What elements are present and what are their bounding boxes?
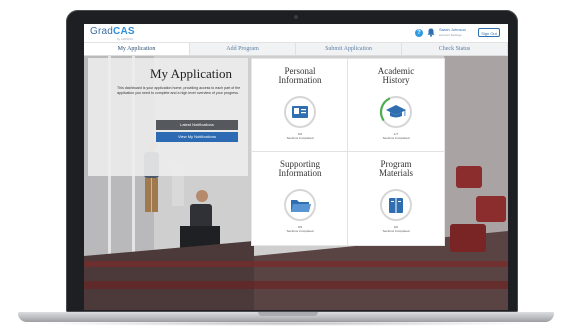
laptop-shadow [30,321,540,326]
status-label: Sections Completed [286,229,314,233]
card-title-line2: Information [278,168,322,178]
tab-submit-application[interactable]: Submit Application [296,43,402,55]
card-title-line2: Materials [379,168,413,178]
status-label: Sections Completed [382,229,410,233]
camera-dot [294,15,298,19]
status-label: Sections Completed [382,136,410,140]
bell-icon[interactable] [427,28,435,37]
card-title-line2: Information [278,75,322,85]
intro-description: This dashboard is your application home,… [117,86,241,95]
logo-suffix: CAS [113,26,135,37]
progress-ring [284,96,316,128]
personal-information-card[interactable]: Personal Information 0/4 Sections Comple… [252,59,348,152]
progress-ring [380,189,412,221]
progress-ring [379,96,412,128]
help-icon[interactable]: ? [415,29,423,37]
id-card-icon [292,106,308,118]
card-title: Personal Information [252,67,348,85]
academic-history-card[interactable]: Academic History 1/7 Sections Completed [348,59,444,152]
logo-prefix: Grad [90,26,114,37]
supporting-information-card[interactable]: Supporting Information 0/3 Sections Comp… [252,152,348,245]
tab-check-status[interactable]: Check Status [402,43,508,55]
card-title-line2: History [382,75,410,85]
user-menu[interactable]: Sarah Johnson [439,27,466,32]
card-title: Supporting Information [252,160,348,178]
card-title: Program Materials [348,160,444,178]
program-materials-card[interactable]: Program Materials 0/2 Sections Completed [348,152,444,245]
card-status: 0/4 Sections Completed [252,132,348,140]
view-notifications-button[interactable]: View My Notifications [156,132,238,142]
hero-background: My Application This dashboard is your ap… [84,56,508,310]
intro-panel: My Application This dashboard is your ap… [88,58,248,176]
tab-add-program[interactable]: Add Program [190,43,296,55]
account-settings-link[interactable]: Account Settings [439,33,462,37]
card-status: 1/7 Sections Completed [348,132,444,140]
page-title: My Application [150,66,232,81]
card-status: 0/3 Sections Completed [252,225,348,233]
laptop-notch [258,312,318,316]
status-label: Sections Completed [286,136,314,140]
top-bar: GradCAS by LIAISON ? Sarah Johnson Accou… [84,24,508,43]
laptop-screen: GradCAS by LIAISON ? Sarah Johnson Accou… [84,24,508,310]
main-tabs: My Application Add Program Submit Applic… [84,43,508,56]
book-icon [389,198,403,213]
progress-ring [284,189,316,221]
card-title: Academic History [348,67,444,85]
sections-grid: Personal Information 0/4 Sections Comple… [251,58,445,246]
latest-notifications-header: Latest Notifications [156,120,238,130]
card-status: 0/2 Sections Completed [348,225,444,233]
tab-my-application[interactable]: My Application [84,43,190,55]
sign-out-button[interactable]: Sign Out [478,28,500,37]
logo-subtitle: by LIAISON [117,37,133,41]
